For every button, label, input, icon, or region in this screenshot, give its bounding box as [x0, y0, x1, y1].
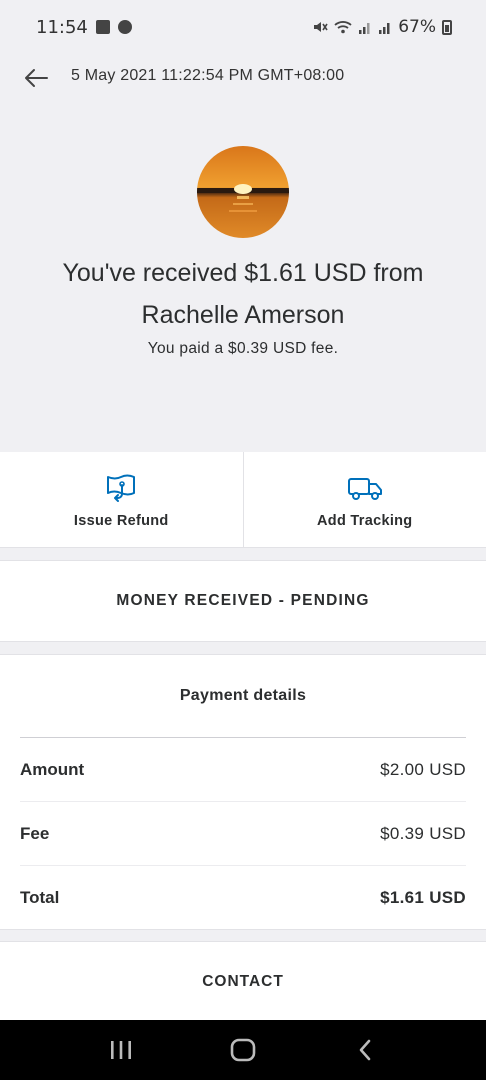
detail-value: $2.00 USD: [380, 760, 466, 779]
home-button[interactable]: [213, 1025, 273, 1075]
detail-row-fee: Fee $0.39 USD: [20, 824, 466, 844]
transaction-status: MONEY RECEIVED - PENDING: [116, 592, 370, 609]
status-bar: 11:54 67%: [0, 0, 486, 54]
signal-icon-2: [379, 23, 390, 34]
payment-details-card: Payment details Amount $2.00 USD Fee $0.…: [0, 654, 486, 930]
system-navigation-bar: [0, 1020, 486, 1080]
home-icon: [230, 1038, 256, 1062]
action-bar: Issue Refund Add Tracking: [0, 452, 486, 548]
detail-value: $0.39 USD: [380, 824, 466, 843]
back-button[interactable]: [20, 62, 52, 94]
details-divider: [20, 737, 466, 738]
detail-value: $1.61 USD: [380, 888, 466, 907]
signal-icon: [359, 23, 370, 34]
recent-apps-button[interactable]: [91, 1025, 151, 1075]
recent-apps-icon: [111, 1041, 131, 1059]
detail-row-total: Total $1.61 USD: [20, 888, 466, 908]
messenger-notification-icon: [117, 20, 132, 34]
battery-percent: 67%: [398, 17, 436, 37]
chevron-left-icon: [359, 1039, 371, 1061]
contact-button[interactable]: CONTACT: [0, 941, 486, 1021]
fee-note: You paid a $0.39 USD fee.: [147, 340, 339, 357]
mute-icon: [314, 22, 328, 32]
battery-icon: [442, 19, 452, 35]
add-tracking-label: Add Tracking: [317, 513, 413, 529]
issue-refund-button[interactable]: Issue Refund: [0, 452, 243, 547]
back-arrow-icon: [25, 69, 48, 87]
detail-label: Total: [20, 888, 60, 907]
wifi-icon: [334, 21, 352, 34]
system-back-button[interactable]: [335, 1025, 395, 1075]
refund-icon: [107, 474, 136, 502]
issue-refund-label: Issue Refund: [73, 513, 169, 529]
detail-label: Amount: [20, 760, 85, 779]
status-time: 11:54: [36, 16, 88, 38]
header: 5 May 2021 11:22:54 PM GMT+08:00: [0, 54, 486, 100]
truck-icon: [347, 478, 382, 500]
add-tracking-button[interactable]: Add Tracking: [242, 452, 486, 547]
detail-row-amount: Amount $2.00 USD: [20, 760, 466, 780]
transaction-date: 5 May 2021 11:22:54 PM GMT+08:00: [71, 67, 345, 84]
sender-name: Rachelle Amerson: [141, 301, 345, 329]
avatar: [197, 146, 289, 238]
transaction-title: You've received $1.61 USD from: [62, 259, 424, 287]
payment-details-title: Payment details: [179, 687, 307, 704]
row-divider: [20, 801, 466, 802]
transaction-status-card: MONEY RECEIVED - PENDING: [0, 560, 486, 642]
gallery-notification-icon: [95, 20, 110, 34]
row-divider: [20, 865, 466, 866]
contact-label: CONTACT: [202, 972, 284, 990]
detail-label: Fee: [20, 824, 50, 843]
